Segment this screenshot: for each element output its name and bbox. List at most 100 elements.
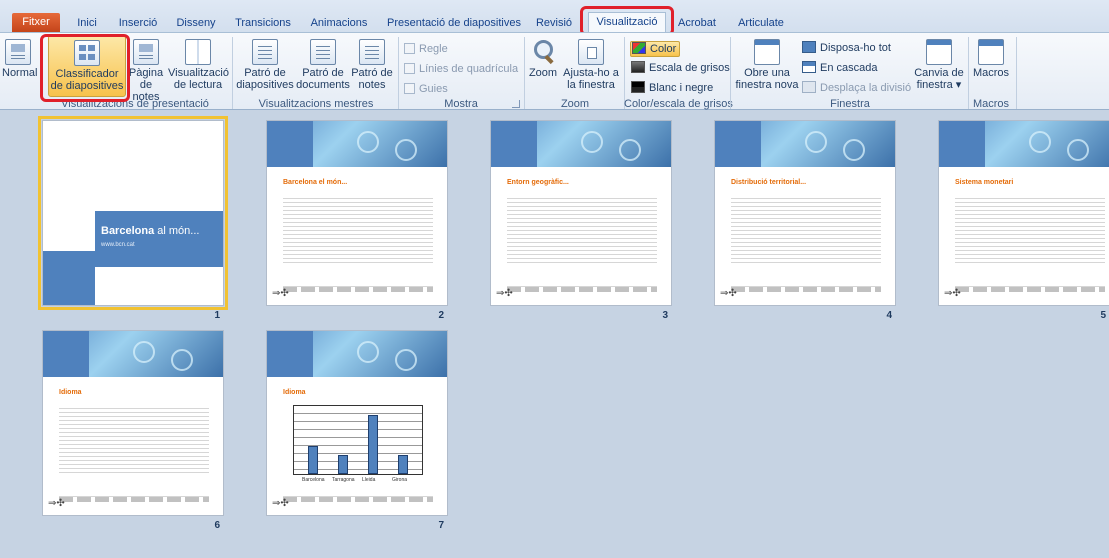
show-dialog-launcher-icon[interactable] — [512, 100, 520, 108]
color-button[interactable]: Color — [630, 41, 681, 57]
slide-thumbnail-7[interactable]: Idioma Barcelona Tarragona Lleida Girona — [266, 330, 448, 516]
slide-title-rest: al món... — [154, 225, 200, 237]
chart-bar — [308, 446, 318, 474]
zoom-label: Zoom — [528, 67, 558, 79]
tab-articulate[interactable]: Articulate — [732, 14, 790, 32]
handout-master-label-2: documents — [296, 79, 350, 91]
fit-to-window-button[interactable]: Ajusta-ho a la finestra — [560, 35, 622, 91]
guides-checkbox[interactable]: Guies — [404, 83, 448, 96]
header-block — [491, 121, 537, 167]
tab-home[interactable]: Inici — [70, 14, 104, 32]
slide-body-text — [59, 405, 209, 475]
new-window-label-1: Obre una — [744, 67, 790, 79]
tab-review[interactable]: Revisió — [532, 14, 576, 32]
transition-icon[interactable]: ⇒✣ — [944, 288, 961, 299]
header-block — [715, 121, 761, 167]
ruler-label: Regle — [419, 43, 448, 55]
slide-title-bold: Barcelona — [101, 225, 155, 237]
transition-icon[interactable]: ⇒✣ — [48, 498, 65, 509]
switch-window-label-1: Canvia de — [914, 67, 964, 79]
slide-body-text — [283, 195, 433, 265]
group-separator — [1016, 37, 1017, 109]
notes-page-button[interactable]: Pàgina de notes — [126, 35, 166, 103]
reading-view-label-2: de lectura — [173, 79, 223, 91]
new-window-label-2: finestra nova — [735, 79, 799, 91]
switch-window-label-2: finestra ▾ — [916, 79, 962, 91]
tab-file[interactable]: Fitxer — [12, 13, 60, 32]
slide-footer — [283, 286, 433, 292]
slide-number: 1 — [214, 310, 220, 321]
group-separator — [730, 37, 731, 109]
notes-master-button[interactable]: Patró de notes — [350, 35, 394, 91]
notes-page-label-1: Pàgina — [128, 67, 164, 79]
black-white-button[interactable]: Blanc i negre — [631, 81, 713, 95]
chart-category-label: Barcelona — [302, 477, 325, 483]
header-decor — [357, 341, 379, 363]
switch-window-button[interactable]: Canvia de finestra ▾ — [912, 35, 966, 91]
slide-thumbnail-5[interactable]: Sistema monetari — [938, 120, 1109, 306]
slide-header-image — [267, 331, 447, 377]
transition-icon[interactable]: ⇒✣ — [496, 288, 513, 299]
reading-view-icon — [185, 39, 211, 65]
header-decor — [395, 139, 417, 161]
move-split-button[interactable]: Desplaça la divisió — [802, 81, 911, 95]
notes-master-label-2: notes — [358, 79, 386, 91]
ribbon-tab-bar: Fitxer Inici Inserció Disseny Transicion… — [0, 0, 1109, 33]
reading-view-button[interactable]: Visualització de lectura — [168, 35, 229, 91]
grayscale-button[interactable]: Escala de grisos — [631, 61, 730, 75]
tab-slideshow[interactable]: Presentació de diapositives — [384, 14, 524, 32]
tab-acrobat[interactable]: Acrobat — [674, 14, 720, 32]
zoom-button[interactable]: Zoom — [528, 35, 558, 79]
tab-transitions[interactable]: Transicions — [230, 14, 296, 32]
slide-thumbnail-2[interactable]: Barcelona el món... — [266, 120, 448, 306]
slide-thumbnail-3[interactable]: Entorn geogràfic... — [490, 120, 672, 306]
black-white-icon — [631, 81, 645, 93]
ribbon: Normal Classificador de diapositives Pàg… — [0, 32, 1109, 110]
grayscale-label: Escala de grisos — [649, 62, 730, 74]
slide-thumbnail-1[interactable]: Barcelona al món... www.bcn.cat — [38, 116, 228, 310]
tab-insert[interactable]: Inserció — [112, 14, 164, 32]
slide-body-text — [507, 195, 657, 265]
slide-body-text — [955, 195, 1105, 265]
slide-master-label-2: diapositives — [236, 79, 294, 91]
tab-design[interactable]: Disseny — [172, 14, 220, 32]
slide-footer — [507, 286, 657, 292]
switch-window-icon — [926, 39, 952, 65]
slide-sorter-pane[interactable]: Barcelona al món... www.bcn.cat 1 Barcel… — [0, 110, 1109, 558]
header-decor — [395, 349, 417, 371]
macros-label: Macros — [972, 67, 1010, 79]
slide-header-image — [491, 121, 671, 167]
move-split-label: Desplaça la divisió — [820, 82, 912, 94]
normal-view-button[interactable]: Normal — [2, 35, 38, 79]
tab-animations[interactable]: Animacions — [306, 14, 372, 32]
slide-title: Barcelona al món... — [101, 225, 199, 237]
header-decor — [133, 341, 155, 363]
cascade-button[interactable]: En cascada — [802, 61, 877, 75]
transition-icon[interactable]: ⇒✣ — [720, 288, 737, 299]
header-decor — [843, 139, 865, 161]
fit-window-icon — [578, 39, 604, 65]
slide-title: Idioma — [59, 389, 82, 396]
slide-thumbnail-4[interactable]: Distribució territorial... — [714, 120, 896, 306]
slide-footer — [283, 496, 433, 502]
color-icon — [632, 42, 646, 54]
transition-icon[interactable]: ⇒✣ — [272, 498, 289, 509]
header-block — [939, 121, 985, 167]
slide-title: Entorn geogràfic... — [507, 179, 569, 186]
arrange-all-button[interactable]: Disposa-ho tot — [802, 41, 891, 55]
new-window-button[interactable]: Obre una finestra nova — [734, 35, 800, 91]
slide-title: Distribució territorial... — [731, 179, 807, 186]
slide-master-icon — [252, 39, 278, 65]
transition-icon[interactable]: ⇒✣ — [272, 288, 289, 299]
checkbox-icon — [404, 63, 415, 74]
new-window-icon — [754, 39, 780, 65]
slide-master-button[interactable]: Patró de diapositives — [236, 35, 294, 91]
macros-button[interactable]: Macros — [970, 35, 1012, 79]
group-separator — [524, 37, 525, 109]
slide-thumbnail-6[interactable]: Idioma — [42, 330, 224, 516]
gridlines-checkbox[interactable]: Línies de quadrícula — [404, 63, 518, 76]
handout-master-button[interactable]: Patró de documents — [296, 35, 350, 91]
checkbox-icon — [404, 83, 415, 94]
ruler-checkbox[interactable]: Regle — [404, 43, 448, 56]
normal-view-label: Normal — [2, 67, 38, 79]
